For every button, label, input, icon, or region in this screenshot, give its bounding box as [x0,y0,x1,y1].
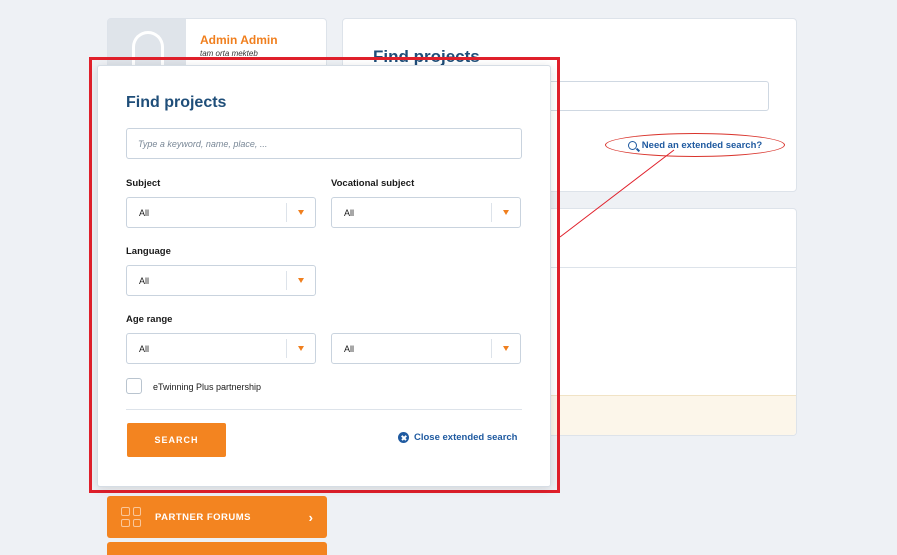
chevron-down-icon [286,339,315,358]
modal-divider [126,409,522,410]
age-range-from-select[interactable]: All [126,333,316,364]
extended-search-link[interactable]: Need an extended search? [605,133,785,157]
background-search-input[interactable] [543,81,769,111]
chevron-down-icon [286,203,315,222]
language-value: All [139,275,150,286]
search-icon [627,140,637,150]
etwinning-plus-checkbox[interactable] [126,378,142,394]
subject-select[interactable]: All [126,197,316,228]
partner-forums-label: PARTNER FORUMS [155,511,252,523]
partner-forums-button[interactable]: PARTNER FORUMS › [107,496,327,538]
subject-label: Subject [126,178,161,189]
extended-search-modal: Find projects Subject All Vocational sub… [97,65,551,487]
keyword-search-input[interactable] [126,128,522,159]
search-button[interactable]: SEARCH [127,423,226,457]
extended-search-label: Need an extended search? [641,139,763,151]
next-menu-button[interactable] [107,542,327,555]
close-extended-search-link[interactable]: Close extended search [398,432,518,443]
modal-title: Find projects [126,94,227,111]
profile-name[interactable]: Admin Admin [200,33,278,47]
language-select[interactable]: All [126,265,316,296]
vocational-subject-select[interactable]: All [331,197,521,228]
chevron-right-icon: › [308,509,313,525]
etwinning-plus-label[interactable]: eTwinning Plus partnership [153,382,261,392]
age-range-from-value: All [139,343,150,354]
age-range-to-value: All [344,343,355,354]
chevron-down-icon [286,271,315,290]
close-icon [398,432,409,443]
language-label: Language [126,246,171,257]
age-range-label: Age range [126,314,173,325]
close-extended-search-label: Close extended search [414,432,518,443]
chevron-down-icon [491,339,520,358]
vocational-subject-value: All [344,207,355,218]
subject-value: All [139,207,150,218]
age-range-to-select[interactable]: All [331,333,521,364]
chevron-down-icon [491,203,520,222]
grid-icon [121,507,141,527]
vocational-subject-label: Vocational subject [331,178,415,189]
